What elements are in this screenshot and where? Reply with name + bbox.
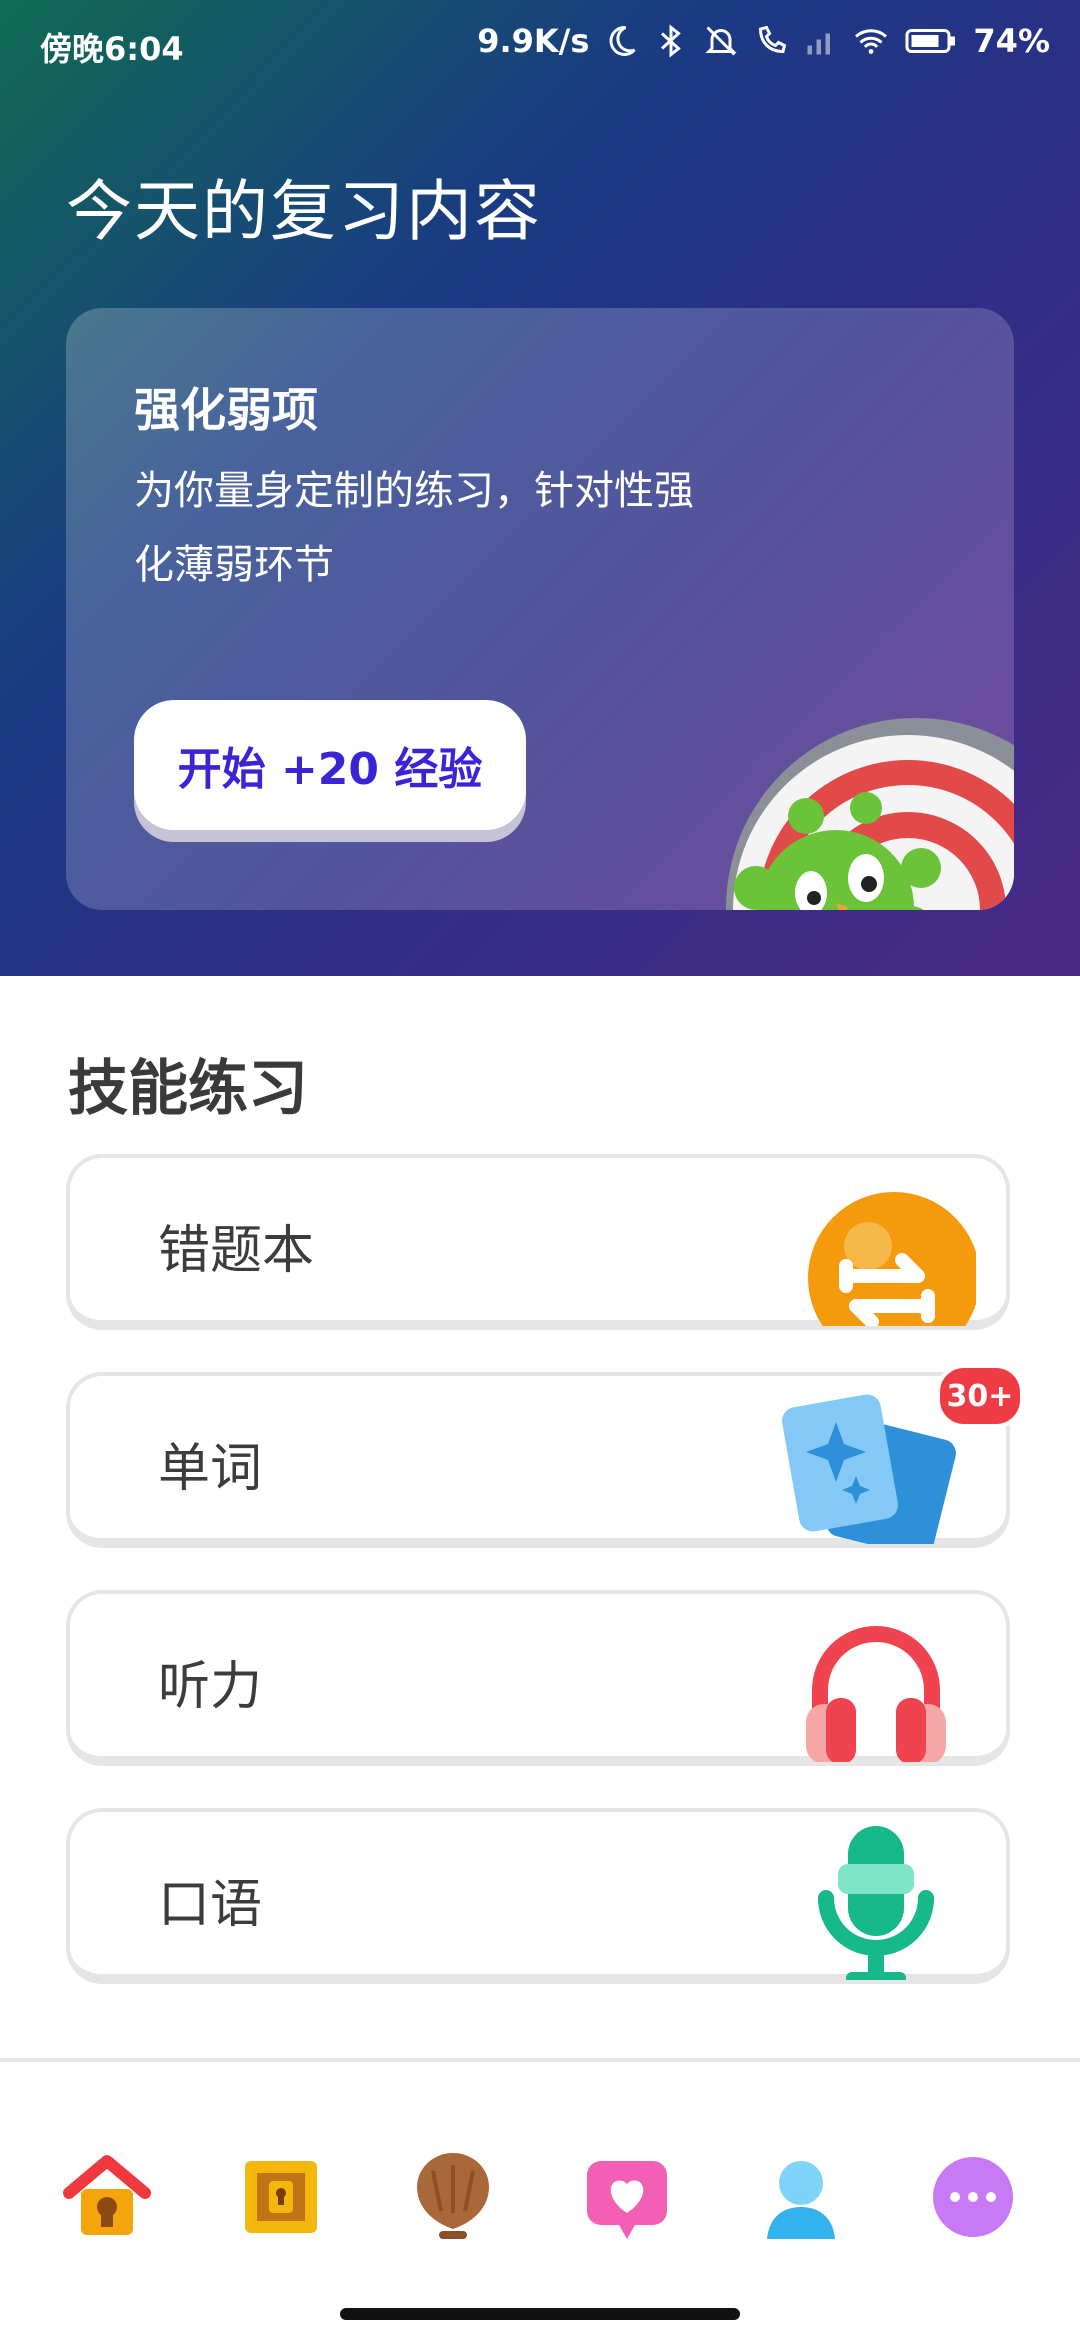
skill-item-listening[interactable]: 听力 bbox=[66, 1590, 1010, 1766]
skill-label: 单词 bbox=[158, 1439, 263, 1499]
net-speed: 9.9K/s bbox=[477, 22, 590, 60]
skill-label: 听力 bbox=[158, 1657, 263, 1717]
moon-icon bbox=[609, 25, 637, 56]
league-shell-icon[interactable] bbox=[398, 2142, 508, 2252]
target-monster-illustration bbox=[726, 718, 1014, 910]
status-bar: 傍晚6:04 9.9K/s 74% bbox=[0, 0, 1080, 92]
skills-section-title: 技能练习 bbox=[68, 1054, 308, 1124]
card-description: 为你量身定制的练习，针对性强化薄弱环节 bbox=[134, 468, 694, 588]
battery-icon bbox=[905, 29, 956, 53]
home-icon[interactable] bbox=[52, 2142, 162, 2252]
status-time: 傍晚6:04 bbox=[40, 30, 184, 68]
weakness-practice-card[interactable]: 强化弱项 为你量身定制的练习，针对性强化薄弱环节 开始 +20 经验 bbox=[66, 308, 1014, 910]
skill-label: 错题本 bbox=[158, 1221, 315, 1281]
count-badge: 30+ bbox=[936, 1364, 1024, 1428]
microphone-icon bbox=[818, 1826, 934, 1980]
skill-item-mistake-book[interactable]: 错题本 bbox=[66, 1154, 1010, 1330]
skill-item-speaking[interactable]: 口语 bbox=[66, 1808, 1010, 1984]
call-icon bbox=[759, 25, 787, 54]
battery-level: 74% bbox=[973, 22, 1050, 60]
page-title: 今天的复习内容 bbox=[66, 173, 542, 250]
heart-chat-icon[interactable] bbox=[572, 2142, 682, 2252]
hero-banner: 傍晚6:04 9.9K/s 74% 今天的复习内容 强化弱项 为你量身定制的练习… bbox=[0, 0, 1080, 976]
card-title: 强化弱项 bbox=[134, 383, 318, 437]
skill-item-words[interactable]: 单词 30+ bbox=[66, 1364, 1024, 1548]
more-icon[interactable] bbox=[918, 2142, 1028, 2252]
signal-icon bbox=[807, 33, 831, 55]
swap-arrows-icon bbox=[808, 1192, 976, 1326]
treasure-chest-icon[interactable] bbox=[226, 2142, 336, 2252]
profile-icon[interactable] bbox=[746, 2142, 856, 2252]
home-indicator[interactable] bbox=[340, 2308, 740, 2320]
headphones-icon bbox=[806, 1626, 946, 1762]
status-indicators: 9.9K/s 74% bbox=[477, 22, 1050, 60]
skill-label: 口语 bbox=[158, 1875, 263, 1935]
mute-bell-icon bbox=[705, 26, 738, 56]
bluetooth-icon bbox=[661, 24, 682, 58]
start-practice-button[interactable]: 开始 +20 经验 bbox=[134, 700, 526, 830]
wifi-icon bbox=[855, 29, 888, 54]
bottom-nav bbox=[0, 2058, 1080, 2344]
